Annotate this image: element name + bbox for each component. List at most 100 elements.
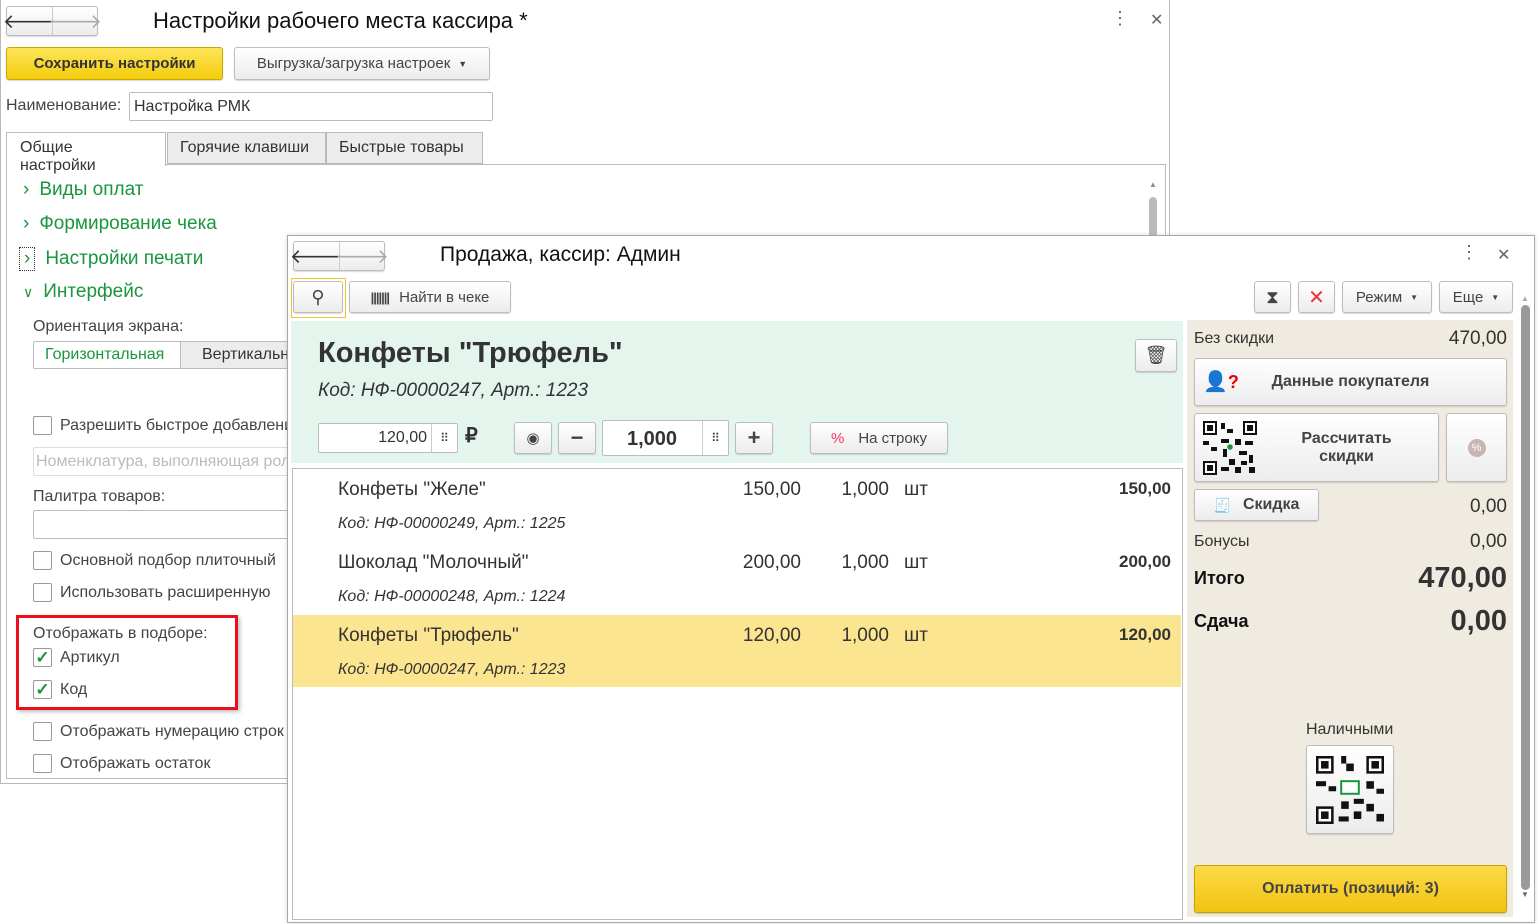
checkbox[interactable]: [33, 754, 52, 773]
tile-checkbox[interactable]: Основной подбор плиточный: [33, 551, 276, 570]
section-label: Настройки печати: [45, 248, 204, 269]
customer-data-button[interactable]: 👤? Данные покупателя: [1194, 358, 1507, 406]
find-in-receipt-button[interactable]: ||||||| Найти в чеке: [349, 281, 511, 313]
item-sum: 150,00: [1119, 479, 1171, 498]
price-value: 120,00: [378, 429, 427, 446]
save-settings-button[interactable]: Сохранить настройки: [6, 47, 223, 80]
window-title: Продажа, кассир: Админ: [440, 243, 681, 266]
item-price: 150,00: [742, 479, 801, 500]
current-item-name: Конфеты "Трюфель": [318, 337, 623, 369]
delete-button[interactable]: 🗑: [1135, 339, 1177, 372]
item-name: Конфеты "Трюфель": [338, 625, 519, 646]
table-row[interactable]: Конфеты "Желе" 150,00 1,000 шт 150,00 Ко…: [293, 469, 1181, 541]
item-qty: 1,000: [841, 552, 889, 573]
back-arrow-icon[interactable]: 🡐: [290, 242, 344, 270]
pay-button[interactable]: Оплатить (позиций: 3): [1194, 865, 1507, 913]
close-icon[interactable]: ✕: [1150, 10, 1163, 30]
section-receipt[interactable]: › Формирование чека: [23, 213, 217, 235]
decrease-qty-button[interactable]: −: [558, 422, 596, 454]
discount-value: 0,00: [1470, 496, 1507, 517]
manual-discount-button[interactable]: %: [1446, 413, 1507, 482]
current-item-code: Код: НФ-00000247, Арт.: 1223: [318, 380, 589, 401]
checkbox-label: Основной подбор плиточный: [60, 551, 276, 569]
code-checkbox[interactable]: ✓ Код: [33, 680, 87, 699]
settings-scrollbar[interactable]: ▲: [1149, 180, 1161, 240]
calc-discounts-button[interactable]: Рассчитать скидки: [1194, 413, 1439, 482]
cash-payment-button[interactable]: [1306, 745, 1394, 834]
hourglass-button[interactable]: ⧗: [1254, 281, 1291, 313]
section-interface[interactable]: ∨ Интерфейс: [23, 281, 143, 303]
checkbox-label: Отображать нумерацию строк: [60, 722, 284, 740]
checkbox[interactable]: [33, 722, 52, 741]
increase-qty-button[interactable]: +: [735, 422, 773, 454]
qr-cash-icon: [1316, 755, 1384, 824]
section-print[interactable]: › Настройки печати: [19, 247, 203, 271]
more-icon[interactable]: ⋮: [1460, 242, 1478, 263]
search-button[interactable]: ⚲: [293, 281, 343, 313]
view-button[interactable]: ◉: [514, 422, 552, 454]
name-input[interactable]: Настройка РМК: [129, 92, 493, 121]
percent-circle-icon: %: [1467, 438, 1486, 457]
keypad-icon[interactable]: ⠿: [431, 424, 457, 452]
orientation-horizontal[interactable]: Горизонтальная: [33, 341, 181, 369]
back-arrow-icon[interactable]: 🡐: [3, 7, 57, 35]
palette-input[interactable]: [33, 510, 303, 539]
section-payment-types[interactable]: › Виды оплат: [23, 179, 143, 201]
nomenclature-input[interactable]: Номенклатура, выполняющая роль: [33, 447, 303, 476]
tab-hotkeys[interactable]: Горячие клавиши: [167, 132, 326, 164]
more-button[interactable]: Еще ▼: [1439, 281, 1513, 313]
keypad-icon[interactable]: ⠿: [702, 421, 728, 455]
line-discount-button[interactable]: % На строку: [810, 422, 948, 454]
window-title: Настройки рабочего места кассира *: [153, 8, 528, 33]
section-label: Виды оплат: [39, 179, 144, 200]
find-label: Найти в чеке: [399, 288, 490, 306]
tab-quick-items[interactable]: Быстрые товары: [326, 132, 483, 164]
no-discount-value: 470,00: [1448, 328, 1507, 349]
hourglass-icon: ⧗: [1266, 286, 1279, 307]
more-icon[interactable]: ⋮: [1111, 8, 1129, 29]
sale-scrollbar[interactable]: ▲ ▼: [1518, 294, 1532, 919]
change-value: 0,00: [1450, 605, 1507, 637]
extended-checkbox[interactable]: Использовать расширенную: [33, 583, 270, 602]
mode-button[interactable]: Режим ▼: [1342, 281, 1432, 313]
mode-label: Режим: [1355, 288, 1403, 306]
item-sum: 200,00: [1119, 552, 1171, 571]
export-import-button[interactable]: Выгрузка/загрузка настроек ▼: [234, 47, 490, 80]
palette-label: Палитра товаров:: [33, 488, 166, 505]
item-code: Код: НФ-00000249, Арт.: 1225: [338, 515, 566, 532]
name-label: Наименование:: [6, 97, 122, 114]
checkbox[interactable]: [33, 416, 52, 435]
numbering-checkbox[interactable]: Отображать нумерацию строк: [33, 722, 284, 741]
qty-input[interactable]: 1,000 ⠿: [602, 420, 729, 456]
cancel-button[interactable]: ✕: [1298, 281, 1335, 313]
price-input[interactable]: 120,00 ⠿: [318, 423, 458, 453]
checkmark-icon[interactable]: ✓: [33, 648, 52, 667]
forward-arrow-icon[interactable]: 🡒: [335, 242, 389, 270]
receipt-table: Конфеты "Желе" 150,00 1,000 шт 150,00 Ко…: [292, 468, 1183, 920]
more-label: Еще: [1452, 288, 1484, 306]
checkbox[interactable]: [33, 551, 52, 570]
display-in-picker-label: Отображать в подборе:: [33, 625, 208, 642]
discount-button[interactable]: 🧾 Скидка: [1194, 489, 1319, 521]
checkbox-label: Отображать остаток: [60, 754, 211, 772]
close-icon[interactable]: ✕: [1497, 245, 1510, 265]
summary-panel: Без скидки 470,00 👤? Данные покупателя Р…: [1187, 320, 1513, 917]
item-sum: 120,00: [1119, 625, 1171, 644]
item-qty: 1,000: [841, 479, 889, 500]
stock-checkbox[interactable]: Отображать остаток: [33, 754, 210, 773]
table-row-selected[interactable]: Конфеты "Трюфель" 120,00 1,000 шт 120,00…: [293, 615, 1181, 687]
orientation-vertical[interactable]: Вертикальная: [180, 341, 300, 369]
article-checkbox[interactable]: ✓ Артикул: [33, 648, 120, 667]
checkbox-label: Разрешить быстрое добавление: [60, 416, 302, 434]
tab-general[interactable]: Общие настройки: [6, 132, 166, 174]
item-qty: 1,000: [841, 625, 889, 646]
item-unit: шт: [904, 625, 928, 646]
item-unit: шт: [904, 552, 928, 573]
checkbox[interactable]: [33, 583, 52, 602]
quick-add-checkbox[interactable]: Разрешить быстрое добавление: [33, 416, 302, 435]
table-row[interactable]: Шоколад "Молочный" 200,00 1,000 шт 200,0…: [293, 542, 1181, 614]
qr-code-icon: [1203, 421, 1257, 475]
trash-icon: 🗑: [1144, 345, 1168, 365]
checkmark-icon[interactable]: ✓: [33, 680, 52, 699]
forward-arrow-icon[interactable]: 🡒: [48, 7, 102, 35]
